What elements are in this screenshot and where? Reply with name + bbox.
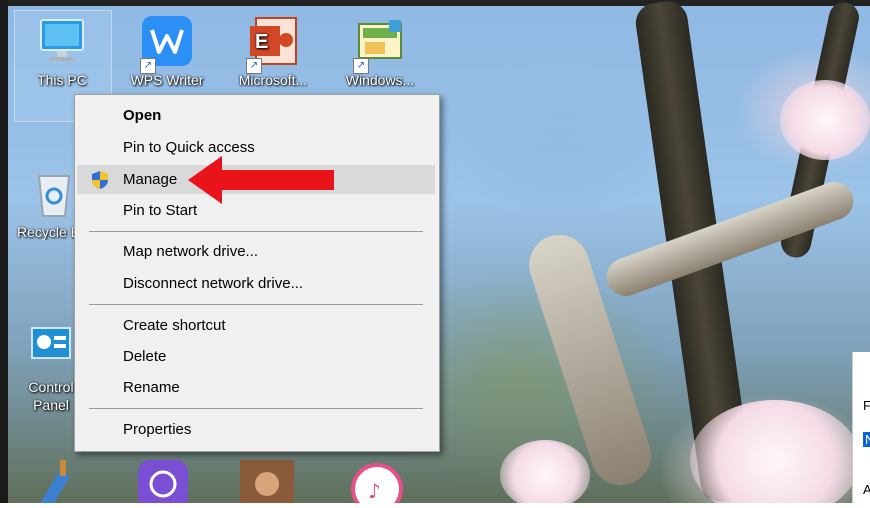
menu-item-label: Manage	[123, 171, 178, 188]
menu-item-disconnect-network-drive[interactable]: Disconnect network drive...	[77, 269, 435, 298]
game-avatar-icon[interactable]	[240, 460, 294, 503]
menu-item-label: Properties	[123, 421, 192, 438]
menu-item-create-shortcut[interactable]: Create shortcut	[77, 311, 435, 340]
svg-text:E: E	[255, 31, 268, 53]
menu-separator	[89, 304, 423, 305]
desktop-icon-windows[interactable]: ↗ Windows...	[340, 14, 420, 88]
desktop-icon-control-panel[interactable]: Control Panel	[20, 320, 82, 414]
menu-item-label: Disconnect network drive...	[123, 275, 304, 292]
itunes-icon[interactable]: ♪	[350, 462, 404, 508]
partial-window-text: F	[863, 398, 870, 413]
recycle-bin-icon	[27, 166, 81, 220]
desktop-icon-this-pc[interactable]: This PC	[22, 14, 102, 88]
menu-item-label: Pin to Start	[123, 202, 198, 219]
monitor-icon	[35, 14, 89, 68]
desktop-icon-label: Control Panel	[28, 379, 74, 413]
menu-item-label: Rename	[123, 379, 180, 396]
red-arrow-annotation	[188, 156, 334, 204]
control-panel-icon	[24, 320, 78, 374]
screen-border-left	[0, 0, 8, 503]
viber-icon[interactable]	[136, 458, 190, 508]
wallpaper-blossom	[500, 440, 590, 503]
shortcut-arrow-icon: ↗	[140, 58, 156, 74]
partial-window-text: N	[863, 432, 870, 447]
desktop-icon-label: Windows...	[345, 72, 415, 88]
uac-shield-icon	[91, 170, 109, 190]
menu-item-open[interactable]: Open	[77, 101, 435, 130]
desktop-icon-label: Microsoft...	[238, 72, 308, 88]
windows-app-icon: ↗	[353, 14, 407, 74]
menu-item-label: Map network drive...	[123, 243, 259, 260]
menu-item-label: Pin to Quick access	[123, 139, 255, 156]
menu-item-label: Delete	[123, 348, 167, 365]
partial-window[interactable]: F N A	[852, 352, 870, 503]
screen-border-top	[0, 0, 870, 6]
menu-item-rename[interactable]: Rename	[77, 373, 435, 402]
menu-separator	[89, 231, 423, 232]
desktop-icon-ms-office[interactable]: E ↗ Microsoft...	[233, 14, 313, 88]
menu-item-label: Open	[123, 107, 162, 124]
menu-item-delete[interactable]: Delete	[77, 342, 435, 371]
powerpoint-icon: E ↗	[246, 14, 300, 74]
partial-window-text: A	[863, 482, 870, 497]
svg-text:♪: ♪	[368, 479, 381, 503]
menu-item-map-network-drive[interactable]: Map network drive...	[77, 237, 435, 266]
wallpaper-blossom	[780, 80, 870, 160]
wps-writer-icon: ↗	[140, 14, 194, 74]
menu-separator	[89, 408, 423, 409]
wallpaper-branch	[601, 176, 859, 302]
shortcut-arrow-icon: ↗	[353, 58, 369, 74]
desktop-icon-label: WPS Writer	[130, 72, 204, 88]
context-menu: Open Pin to Quick access Manage Pin to S…	[74, 94, 440, 452]
ccleaner-broom-icon[interactable]	[30, 460, 84, 503]
desktop-icon-wps-writer[interactable]: ↗ WPS Writer	[127, 14, 207, 88]
shortcut-arrow-icon: ↗	[246, 58, 262, 74]
desktop-icon-label: This PC	[37, 72, 87, 88]
menu-item-properties[interactable]: Properties	[77, 415, 435, 444]
menu-item-label: Create shortcut	[123, 317, 226, 334]
